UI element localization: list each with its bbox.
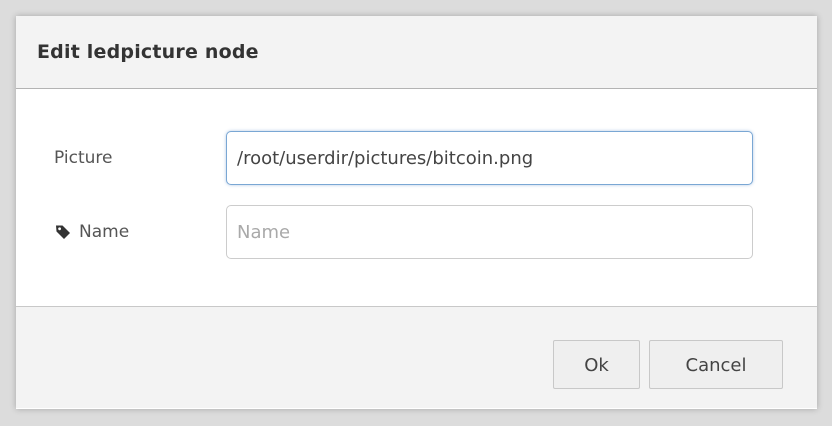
ok-button[interactable]: Ok <box>553 340 640 389</box>
cancel-button[interactable]: Cancel <box>649 340 783 389</box>
dialog-title: Edit ledpicture node <box>37 41 259 63</box>
picture-input[interactable] <box>226 131 753 185</box>
dialog-footer: Ok Cancel <box>16 307 817 408</box>
name-row: Name <box>16 205 817 259</box>
dialog-header: Edit ledpicture node <box>16 16 817 89</box>
tag-icon <box>54 223 72 241</box>
name-label-wrapper: Name <box>54 205 129 259</box>
dialog-body: Picture Name <box>16 89 817 307</box>
name-label: Name <box>79 222 130 242</box>
picture-row: Picture <box>16 131 817 185</box>
name-input[interactable] <box>226 205 753 259</box>
picture-label: Picture <box>54 148 113 168</box>
edit-node-dialog: Edit ledpicture node Picture Name Ok Can… <box>16 16 817 409</box>
